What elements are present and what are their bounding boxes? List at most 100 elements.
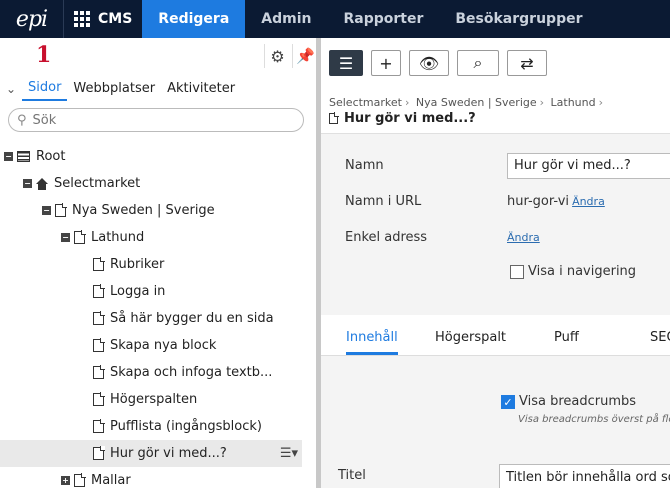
tree-node[interactable]: Skapa och infoga textb... — [0, 359, 302, 386]
tree-node[interactable]: Högerspalten — [0, 386, 302, 413]
add-button[interactable]: + — [371, 50, 401, 76]
preview-button[interactable]: 👁 — [409, 50, 449, 76]
breadcrumbs-option: ✓ Visa breadcrumbs — [501, 394, 636, 409]
pane-tabs: ⌄ Sidor Webbplatser Aktiviteter — [0, 76, 241, 102]
tree-node[interactable]: Rubriker — [0, 251, 302, 278]
page-tree: − Root − Selectmarket − Nya Sweden | Sverige −… — [0, 143, 302, 488]
collapse-icon[interactable]: − — [4, 152, 13, 161]
nav-visibility: Visa i navigering — [510, 264, 636, 279]
breadcrumb: Selectmarket › Nya Sweden | Sverige › Lath… — [329, 96, 604, 109]
name-field[interactable]: Hur gör vi med...? — [507, 153, 670, 179]
nav-checkbox[interactable] — [510, 264, 524, 279]
tree-node-label: Selectmarket — [54, 176, 141, 191]
title-label: Titel — [338, 468, 366, 483]
tree-node-label: Mallar — [91, 473, 131, 488]
page-icon — [93, 338, 105, 352]
nav-rapporter[interactable]: Rapporter — [327, 0, 439, 38]
tree-node[interactable]: Logga in — [0, 278, 302, 305]
annotation-marker: 1 — [36, 42, 52, 68]
tree-node[interactable]: − Nya Sweden | Sverige — [0, 197, 302, 224]
change-url-link[interactable]: Ändra — [572, 195, 605, 208]
tab-aktiviteter[interactable]: Aktiviteter — [161, 79, 241, 100]
breadcrumbs-label: Visa breadcrumbs — [519, 394, 637, 409]
tree-node[interactable]: Skapa nya block — [0, 332, 302, 359]
pin-icon[interactable]: 📌 — [292, 44, 318, 68]
breadcrumbs-checkbox[interactable]: ✓ — [501, 394, 515, 409]
navigation-pane: 1 ⚙ 📌 ⌄ Sidor Webbplatser Aktiviteter ⚲ … — [0, 38, 320, 488]
tree-node[interactable]: Hur gör vi med...? ☰▾ — [0, 440, 302, 467]
search-input[interactable] — [32, 112, 283, 128]
page-icon — [93, 419, 105, 433]
tree-node-label: Pufflista (ingångsblock) — [110, 419, 262, 434]
tree-node[interactable]: Så här bygger du en sida — [0, 305, 302, 332]
epi-logo[interactable]: epi — [0, 0, 64, 38]
tab-hogerspalt[interactable]: Högerspalt — [435, 330, 506, 355]
content-tabs: Innehåll Högerspalt Puff SEO — [321, 316, 670, 356]
nav-redigera[interactable]: Redigera — [142, 0, 246, 38]
nav-admin[interactable]: Admin — [245, 0, 327, 38]
page-icon — [93, 257, 105, 271]
breadcrumb-item[interactable]: Lathund — [551, 96, 596, 109]
tab-innehall[interactable]: Innehåll — [346, 330, 398, 355]
page-title: Hur gör vi med...? — [329, 111, 476, 126]
tree-node[interactable]: − Lathund — [0, 224, 302, 251]
breadcrumb-item[interactable]: Nya Sweden | Sverige — [416, 96, 537, 109]
tree-node-label: Högerspalten — [110, 392, 198, 407]
tree-node[interactable]: − Selectmarket — [0, 170, 302, 197]
pane-header: 1 ⚙ 📌 — [0, 38, 319, 74]
tab-puff[interactable]: Puff — [554, 330, 579, 355]
page-icon — [93, 311, 105, 325]
collapse-icon[interactable]: − — [61, 233, 70, 242]
page-icon — [55, 203, 67, 217]
tab-seo[interactable]: SEO — [650, 330, 670, 355]
page-icon — [93, 446, 105, 460]
collapse-icon[interactable]: − — [42, 206, 51, 215]
compare-button[interactable]: ⇄ — [507, 50, 547, 76]
grid-icon — [74, 11, 90, 27]
page-icon — [74, 473, 86, 487]
title-field[interactable]: Titlen bör innehålla ord som — [499, 464, 670, 488]
chevron-down-icon[interactable]: ⌄ — [0, 82, 22, 96]
tab-sidor[interactable]: Sidor — [22, 78, 68, 101]
tree-node[interactable]: Pufflista (ingångsblock) — [0, 413, 302, 440]
change-simple-link[interactable]: Ändra — [507, 231, 540, 244]
name-label: Namn — [345, 158, 384, 173]
tree-node[interactable]: − Root — [0, 143, 302, 170]
app-switcher-button[interactable]: CMS — [64, 0, 142, 38]
toolbar: ☰ + 👁 ⌕ ⇄ — [321, 38, 670, 88]
page-icon — [74, 230, 86, 244]
search-icon: ⚲ — [17, 112, 27, 128]
collapse-icon[interactable]: − — [23, 179, 32, 188]
view-settings-button[interactable]: ⌕ — [457, 50, 499, 76]
page-icon — [93, 365, 105, 379]
tree-node-label: Root — [36, 149, 66, 164]
tree-node-label: Logga in — [110, 284, 166, 299]
tab-webbplatser[interactable]: Webbplatser — [67, 79, 161, 100]
simple-address-label: Enkel adress — [345, 230, 428, 245]
home-icon — [36, 177, 48, 190]
edit-pane: ☰ + 👁 ⌕ ⇄ Selectmarket › Nya Sweden | Sve… — [321, 38, 670, 488]
simple-address-value: Ändra — [507, 230, 540, 245]
expand-icon[interactable]: + — [61, 476, 70, 485]
page-properties: Namn Hur gör vi med...? Namn i URL hur-g… — [321, 133, 670, 315]
url-label: Namn i URL — [345, 194, 422, 209]
tree-node-label: Rubriker — [110, 257, 165, 272]
tree-node-label: Nya Sweden | Sverige — [72, 203, 215, 218]
cms-label: CMS — [98, 11, 133, 27]
tree-node-label: Hur gör vi med...? — [110, 446, 227, 461]
context-menu-icon[interactable]: ☰▾ — [280, 446, 298, 461]
tree-node-label: Lathund — [91, 230, 145, 245]
page-icon — [93, 284, 105, 298]
breadcrumbs-hint: Visa breadcrumbs överst på fler — [518, 414, 670, 425]
nav-besokargrupper[interactable]: Besökargrupper — [439, 0, 598, 38]
url-value: hur-gor-vi Ändra — [507, 194, 605, 209]
page-icon — [93, 392, 105, 406]
search-box: ⚲ — [8, 108, 304, 132]
page-icon — [329, 112, 339, 124]
tree-toggle-button[interactable]: ☰ — [329, 50, 363, 76]
breadcrumb-item[interactable]: Selectmarket — [329, 96, 402, 109]
gear-icon[interactable]: ⚙ — [264, 44, 290, 68]
tree-node[interactable]: + Mallar — [0, 467, 302, 488]
top-navigation-bar: epi CMS Redigera Admin Rapporter Besökar… — [0, 0, 670, 38]
root-icon — [17, 151, 30, 162]
